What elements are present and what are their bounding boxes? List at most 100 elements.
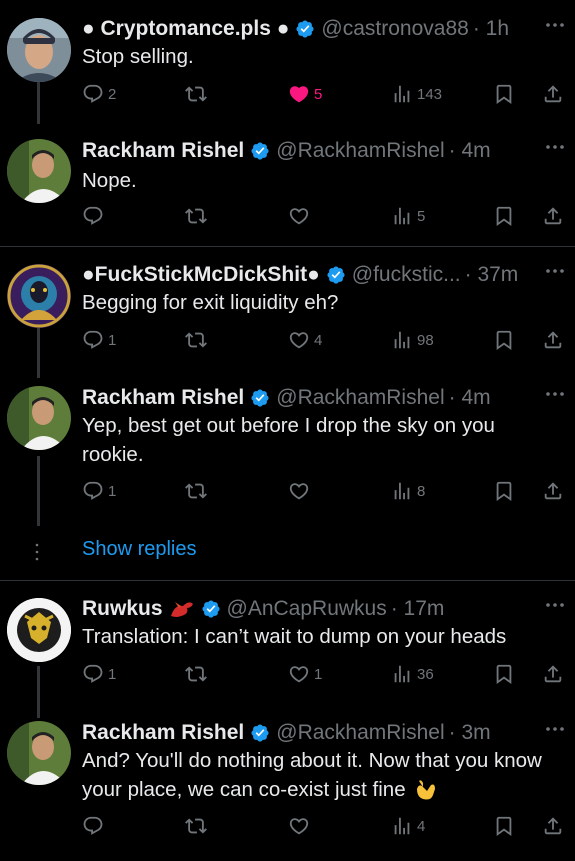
share-button[interactable] bbox=[542, 202, 564, 230]
reply-icon bbox=[82, 83, 104, 105]
heart-icon bbox=[288, 480, 310, 502]
reply-count: 1 bbox=[108, 665, 117, 683]
more-icon[interactable] bbox=[545, 391, 565, 397]
retweet-button[interactable] bbox=[185, 202, 207, 230]
action-bar: 2 5 143 bbox=[82, 80, 557, 108]
views-icon bbox=[391, 83, 413, 105]
tweet[interactable]: ● Cryptomance.pls ● @castronova88 · 1h S… bbox=[0, 12, 575, 122]
bookmark-icon bbox=[493, 329, 515, 351]
reply-button[interactable] bbox=[82, 202, 104, 230]
bookmark-button[interactable] bbox=[493, 660, 515, 688]
views-button[interactable]: 8 bbox=[391, 477, 425, 505]
reply-button[interactable]: 1 bbox=[82, 326, 116, 354]
retweet-button[interactable] bbox=[185, 477, 207, 505]
author-name[interactable]: Ruwkus bbox=[82, 597, 163, 621]
reply-count: 1 bbox=[108, 331, 117, 349]
tweet[interactable]: ●FuckStickMcDickShit● @fuckstic... · 37m… bbox=[0, 258, 575, 368]
views-icon bbox=[391, 329, 413, 351]
author-handle[interactable]: @RackhamRishel bbox=[276, 139, 444, 163]
verified-badge-icon bbox=[250, 723, 270, 743]
like-button[interactable]: 1 bbox=[288, 660, 322, 688]
reply-button[interactable]: 1 bbox=[82, 477, 116, 505]
heart-icon bbox=[288, 205, 310, 227]
retweet-button[interactable] bbox=[185, 80, 207, 108]
author-name[interactable]: ●FuckStickMcDickShit● bbox=[82, 263, 320, 287]
share-icon bbox=[542, 205, 564, 227]
timestamp[interactable]: · 4m bbox=[449, 386, 491, 410]
avatar[interactable] bbox=[7, 598, 71, 662]
tweet-text: Nope. bbox=[82, 169, 137, 192]
like-button[interactable] bbox=[288, 477, 310, 505]
timestamp[interactable]: · 17m bbox=[391, 597, 445, 621]
views-count: 5 bbox=[417, 207, 426, 225]
more-icon[interactable] bbox=[545, 726, 565, 732]
tweet[interactable]: Rackham Rishel @RackhamRishel · 4m Yep, … bbox=[0, 381, 575, 521]
avatar[interactable] bbox=[7, 264, 71, 328]
reply-button[interactable] bbox=[82, 812, 104, 840]
like-count: 5 bbox=[314, 85, 323, 103]
share-button[interactable] bbox=[542, 80, 564, 108]
share-button[interactable] bbox=[542, 660, 564, 688]
views-button[interactable]: 143 bbox=[391, 80, 442, 108]
like-button[interactable]: 5 bbox=[288, 80, 322, 108]
avatar[interactable] bbox=[7, 139, 71, 203]
bookmark-icon bbox=[493, 83, 515, 105]
timestamp[interactable]: · 3m bbox=[449, 721, 491, 745]
retweet-button[interactable] bbox=[185, 812, 207, 840]
more-icon[interactable] bbox=[545, 144, 565, 150]
reply-icon bbox=[82, 663, 104, 685]
reply-button[interactable]: 1 bbox=[82, 660, 116, 688]
like-button[interactable]: 4 bbox=[288, 326, 322, 354]
author-handle[interactable]: @RackhamRishel bbox=[276, 386, 444, 410]
tweet-text: Yep, best get out before I drop the sky … bbox=[82, 414, 495, 466]
action-bar: 5 bbox=[82, 202, 557, 230]
views-button[interactable]: 5 bbox=[391, 202, 425, 230]
author-handle[interactable]: @fuckstic... bbox=[352, 263, 461, 287]
show-replies-link[interactable]: Show replies bbox=[82, 538, 197, 561]
tweet[interactable]: Ruwkus @AnCapRuwkus · 17m Translation: I… bbox=[0, 592, 575, 702]
reply-button[interactable]: 2 bbox=[82, 80, 116, 108]
timestamp[interactable]: · 4m bbox=[449, 139, 491, 163]
bookmark-button[interactable] bbox=[493, 477, 515, 505]
avatar[interactable] bbox=[7, 721, 71, 785]
author-name[interactable]: Rackham Rishel bbox=[82, 386, 244, 410]
action-bar: 1 8 bbox=[82, 477, 557, 505]
like-button[interactable] bbox=[288, 202, 310, 230]
tweet[interactable]: Rackham Rishel @RackhamRishel · 3m And? … bbox=[0, 716, 575, 856]
timestamp[interactable]: · 1h bbox=[473, 17, 509, 41]
retweet-button[interactable] bbox=[185, 326, 207, 354]
thread-dots-icon bbox=[35, 543, 39, 561]
views-button[interactable]: 98 bbox=[391, 326, 434, 354]
views-count: 36 bbox=[417, 665, 434, 683]
bookmark-button[interactable] bbox=[493, 326, 515, 354]
author-name[interactable]: Rackham Rishel bbox=[82, 721, 244, 745]
more-icon[interactable] bbox=[545, 22, 565, 28]
tweet-header: Rackham Rishel @RackhamRishel · 3m bbox=[82, 716, 527, 750]
avatar[interactable] bbox=[7, 386, 71, 450]
views-button[interactable]: 36 bbox=[391, 660, 434, 688]
author-handle[interactable]: @RackhamRishel bbox=[276, 721, 444, 745]
share-button[interactable] bbox=[542, 477, 564, 505]
share-icon bbox=[542, 815, 564, 837]
tweet[interactable]: Rackham Rishel @RackhamRishel · 4m Nope.… bbox=[0, 134, 575, 240]
share-button[interactable] bbox=[542, 812, 564, 840]
views-button[interactable]: 4 bbox=[391, 812, 425, 840]
tweet-header: ● Cryptomance.pls ● @castronova88 · 1h bbox=[82, 12, 527, 46]
author-handle[interactable]: @AnCapRuwkus bbox=[227, 597, 387, 621]
more-icon[interactable] bbox=[545, 268, 565, 274]
like-button[interactable] bbox=[288, 812, 310, 840]
views-count: 4 bbox=[417, 817, 426, 835]
heart-icon bbox=[288, 663, 310, 685]
author-name[interactable]: ● Cryptomance.pls ● bbox=[82, 17, 289, 41]
share-button[interactable] bbox=[542, 326, 564, 354]
retweet-button[interactable] bbox=[185, 660, 207, 688]
bookmark-button[interactable] bbox=[493, 80, 515, 108]
retweet-icon bbox=[185, 663, 207, 685]
bookmark-button[interactable] bbox=[493, 202, 515, 230]
author-name[interactable]: Rackham Rishel bbox=[82, 139, 244, 163]
author-handle[interactable]: @castronova88 bbox=[321, 17, 468, 41]
timestamp[interactable]: · 37m bbox=[465, 263, 519, 287]
more-icon[interactable] bbox=[545, 602, 565, 608]
avatar[interactable] bbox=[7, 18, 71, 82]
bookmark-button[interactable] bbox=[493, 812, 515, 840]
